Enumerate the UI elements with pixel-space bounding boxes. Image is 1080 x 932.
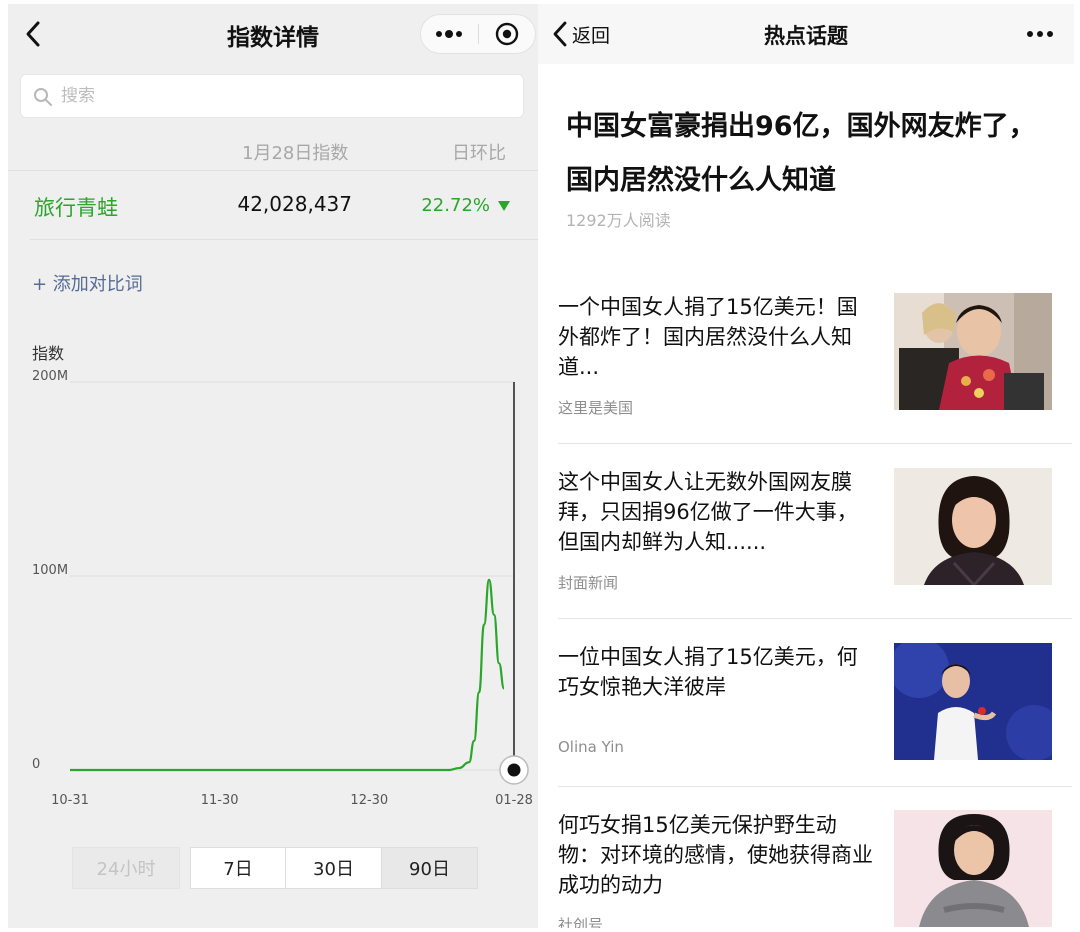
- x-tick-label: 11-30: [201, 793, 239, 808]
- article-title: 一位中国女人捐了15亿美元，何巧女惊艳大洋彼岸: [558, 645, 858, 699]
- article-item[interactable]: 一位中国女人捐了15亿美元，何巧女惊艳大洋彼岸 Olina Yin: [558, 642, 1072, 787]
- divider: [8, 170, 538, 171]
- article-title: 何巧女捐15亿美元保护野生动物：对环境的感情，使她获得商业成功的动力: [558, 813, 873, 897]
- article-thumbnail: [894, 468, 1052, 585]
- y-tick-label: 0: [32, 757, 40, 772]
- close-miniprogram-button[interactable]: [479, 15, 535, 53]
- page-title: 热点话题: [764, 24, 848, 48]
- article-title: 一个中国女人捐了15亿美元！国外都炸了！国内居然没什么人知道...: [558, 295, 858, 379]
- add-compare-button[interactable]: + 添加对比词: [32, 270, 143, 296]
- article-item[interactable]: 一个中国女人捐了15亿美元！国外都炸了！国内居然没什么人知道... 这里是美国: [558, 292, 1072, 444]
- more-button[interactable]: [1016, 18, 1064, 50]
- nav-bar: 返回 热点话题: [538, 4, 1074, 64]
- index-line-chart[interactable]: 200M 100M 0 10-31 11-30 12-30 01-28: [8, 364, 538, 824]
- range-selector: 24小时 7日 30日 90日: [72, 847, 478, 889]
- x-tick-label: 12-30: [350, 793, 388, 808]
- range-button-3[interactable]: 90日: [382, 847, 478, 889]
- index-value: 42,028,437: [237, 192, 352, 216]
- ratio-value: 22.72%: [421, 195, 490, 216]
- nav-bar: 指数详情: [8, 4, 538, 64]
- search-icon: [34, 88, 52, 106]
- column-header-ratio: 日环比: [452, 143, 506, 164]
- article-thumbnail: [894, 810, 1052, 927]
- y-tick-label: 200M: [32, 369, 68, 384]
- index-detail-panel: 指数详情 1月28日指数 日环比 旅行青蛙 42,028,437 22.72%: [8, 4, 538, 928]
- range-button-2[interactable]: 30日: [286, 847, 382, 889]
- search-box[interactable]: [20, 74, 524, 118]
- down-triangle-icon: [498, 201, 510, 211]
- divider: [30, 239, 538, 240]
- column-header-date: 1月28日指数: [242, 143, 349, 164]
- divider: [558, 618, 1072, 619]
- miniprogram-capsule: [420, 14, 536, 54]
- hot-topic-panel: 返回 热点话题 中国女富豪捐出96亿，国外网友炸了，国内居然没什么人知道 129…: [538, 4, 1074, 928]
- article-thumbnail: [894, 643, 1052, 760]
- range-button-1[interactable]: 7日: [190, 847, 286, 889]
- more-dots-icon: [436, 30, 462, 38]
- article-source: 封面新闻: [558, 574, 619, 592]
- more-button[interactable]: [421, 15, 477, 53]
- article-title: 这个中国女人让无数外国网友膜拜，只因捐96亿做了一件大事，但国内却鲜为人知...…: [558, 470, 858, 554]
- article-source: 这里是美国: [558, 399, 634, 417]
- article-source: 社创号: [558, 916, 604, 928]
- series-line: [70, 578, 506, 772]
- term-name[interactable]: 旅行青蛙: [34, 192, 118, 222]
- topic-headline: 中国女富豪捐出96亿，国外网友炸了，国内居然没什么人知道: [566, 111, 1036, 196]
- article-thumbnail: [894, 293, 1052, 410]
- highlight-marker-dot: [507, 763, 521, 777]
- read-count: 1292万人阅读: [566, 211, 671, 230]
- y-tick-label: 100M: [32, 563, 68, 578]
- target-circle-icon: [495, 22, 519, 46]
- article-source: Olina Yin: [558, 738, 624, 756]
- divider: [558, 443, 1072, 444]
- x-tick-label: 01-28: [495, 793, 533, 808]
- more-dots-icon: [1027, 31, 1053, 37]
- divider: [558, 786, 1072, 787]
- article-item[interactable]: 何巧女捐15亿美元保护野生动物：对环境的感情，使她获得商业成功的动力 社创号: [558, 810, 1072, 928]
- article-item[interactable]: 这个中国女人让无数外国网友膜拜，只因捐96亿做了一件大事，但国内却鲜为人知...…: [558, 467, 1072, 619]
- y-axis-title: 指数: [32, 344, 65, 363]
- x-tick-label: 10-31: [51, 793, 89, 808]
- search-input[interactable]: [61, 81, 501, 111]
- range-button-0: 24小时: [72, 847, 180, 889]
